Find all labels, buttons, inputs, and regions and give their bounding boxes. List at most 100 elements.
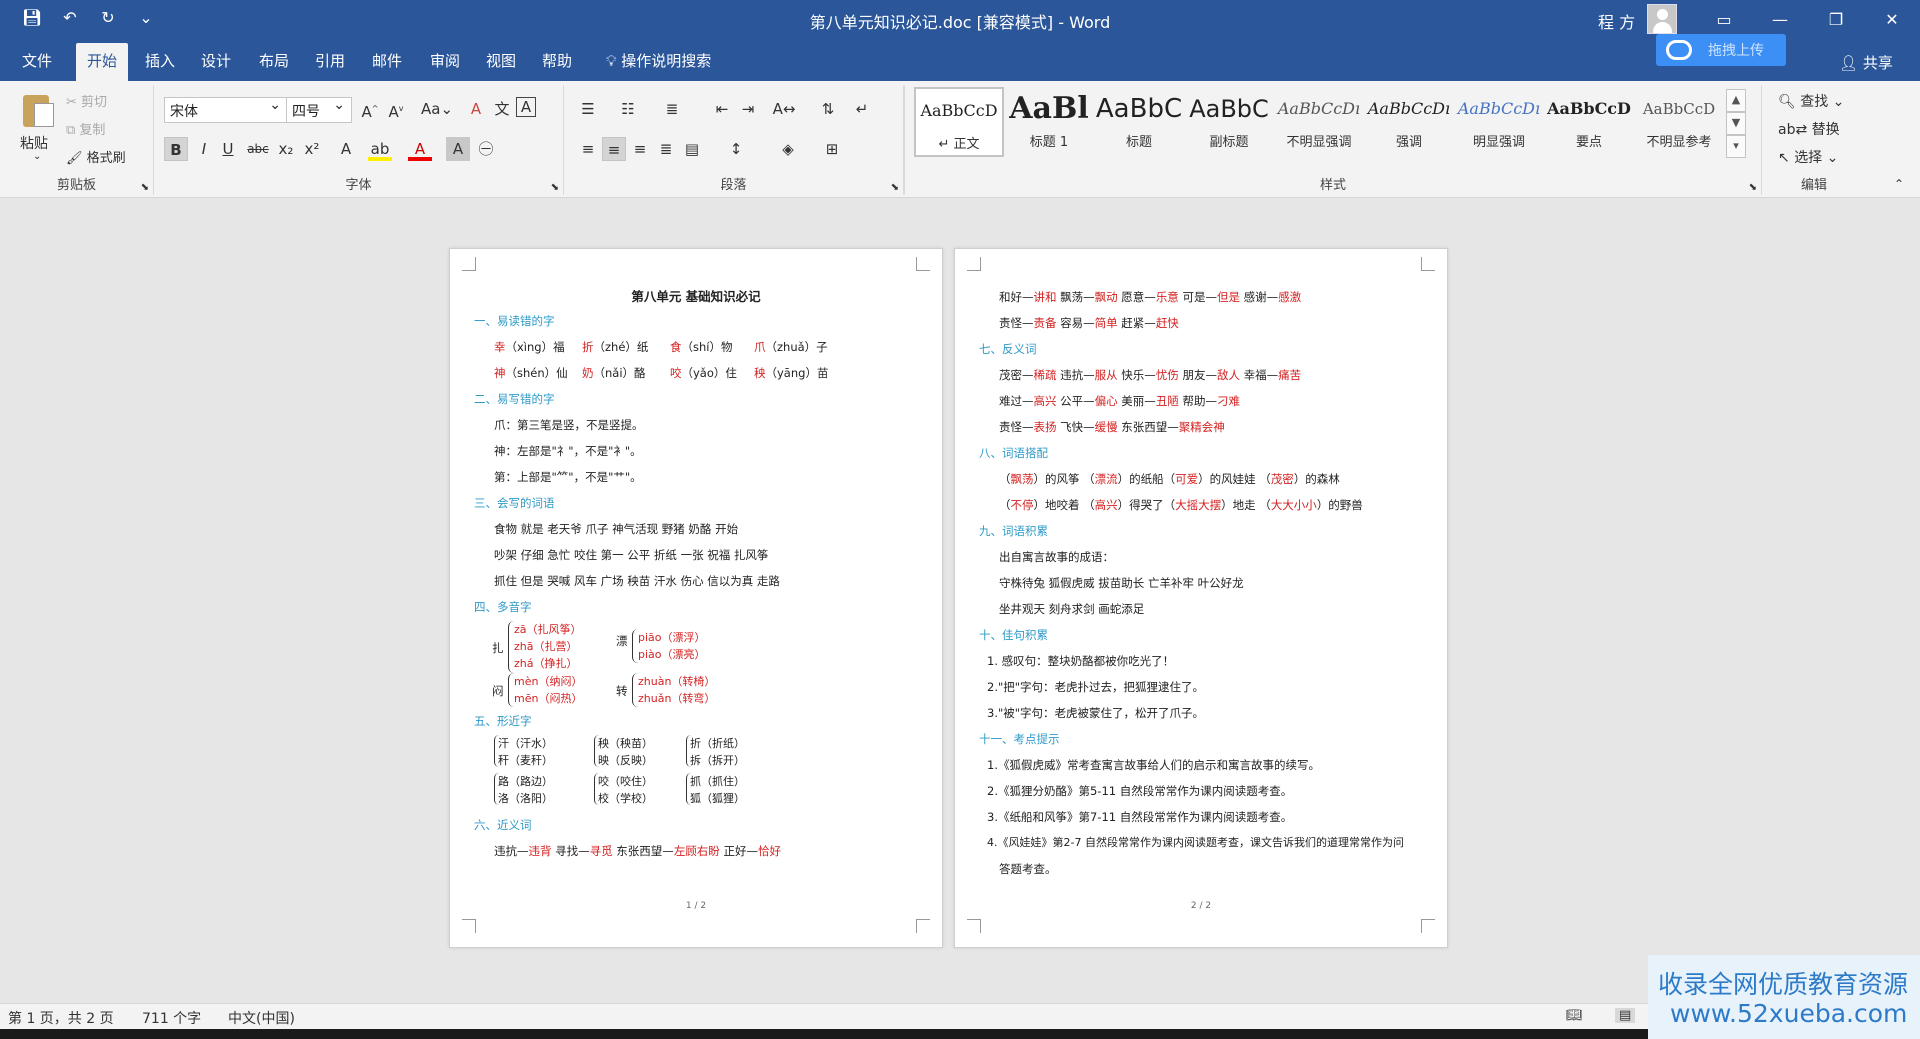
font-name-select[interactable]: 宋体 xyxy=(164,97,288,123)
align-center-icon[interactable]: ≡ xyxy=(602,137,626,161)
text-effects-icon[interactable]: A xyxy=(334,137,358,161)
superscript-icon[interactable]: x² xyxy=(300,137,324,161)
font-launcher-icon[interactable]: ⬊ xyxy=(551,182,559,193)
page-count-status[interactable]: 第 1 页，共 2 页 xyxy=(8,1008,114,1028)
document-canvas[interactable]: 第八单元 基础知识必记 一、易读错的字 幸（xìng）福 折（zhé）纸 食（shí… xyxy=(0,198,1920,1003)
distributed-icon[interactable]: ▤ xyxy=(680,137,704,161)
print-layout-icon[interactable]: ▤ xyxy=(1615,1008,1636,1023)
bold-icon[interactable]: B xyxy=(164,137,188,161)
cut-button[interactable]: ✂ 剪切 xyxy=(66,91,107,110)
document-title-text: 第八单元 基础知识必记 xyxy=(631,289,761,304)
section-heading: 四、多音字 xyxy=(474,600,532,614)
paragraph-launcher-icon[interactable]: ⬊ xyxy=(891,182,899,193)
text-line: 2."把"字句：老虎扑过去，把狐狸逮住了。 xyxy=(987,680,1205,694)
restore-button[interactable]: ❐ xyxy=(1808,0,1864,38)
tab-insert[interactable]: 插入 xyxy=(145,50,175,71)
increase-indent-icon[interactable]: ⇥ xyxy=(736,97,760,121)
text-line: 抓住 但是 哭喊 风车 广场 秧苗 汗水 伤心 信以为真 走路 xyxy=(494,574,780,588)
share-button[interactable]: 👤︎ 共享 xyxy=(1839,52,1893,73)
character-shading-icon[interactable]: A xyxy=(446,137,470,161)
section-heading: 五、形近字 xyxy=(474,714,532,728)
tab-review[interactable]: 审阅 xyxy=(430,50,460,71)
text-direction-icon[interactable]: A↔ xyxy=(772,97,796,121)
phonetic-guide-icon[interactable]: 文 xyxy=(490,97,514,121)
person-icon: 👤︎ xyxy=(1839,54,1859,72)
text-line: 食物 就是 老天爷 爪子 神气活现 野猪 奶酪 开始 xyxy=(494,522,739,536)
section-heading: 一、易读错的字 xyxy=(474,314,555,328)
copy-button[interactable]: ⧉ 复制 xyxy=(66,119,105,138)
subscript-icon[interactable]: x₂ xyxy=(274,137,298,161)
grow-font-icon[interactable]: A^ xyxy=(358,97,382,121)
close-button[interactable]: ✕ xyxy=(1864,0,1920,38)
decrease-indent-icon[interactable]: ⇤ xyxy=(710,97,734,121)
paste-dropdown-icon[interactable]: ⌄ xyxy=(33,151,41,162)
bullets-icon[interactable]: ☰ xyxy=(576,97,600,121)
word-count-status[interactable]: 711 个字 xyxy=(142,1008,201,1028)
numbering-icon[interactable]: ☷ xyxy=(616,97,640,121)
collocation-line: （飘荡）的风筝 （漂流）的纸船（可爱）的风娃娃 （茂密）的森林 xyxy=(999,472,1340,486)
section-heading: 三、会写的词语 xyxy=(474,496,555,510)
highlight-icon[interactable]: ab xyxy=(368,137,392,161)
line-spacing-icon[interactable]: ↕ xyxy=(724,137,748,161)
borders-icon[interactable]: ⊞ xyxy=(820,137,844,161)
baidu-upload-button[interactable]: 拖拽上传 xyxy=(1656,34,1786,66)
clipboard-launcher-icon[interactable]: ⬊ xyxy=(141,182,149,193)
tell-me-search[interactable]: 💡︎ 操作说明搜索 xyxy=(606,50,711,71)
ribbon-display-options-icon[interactable]: ▭ xyxy=(1696,0,1752,38)
polyphone-char: 扎 xyxy=(492,641,504,655)
tab-help[interactable]: 帮助 xyxy=(542,50,572,71)
polyphone-char: 转 xyxy=(616,684,628,698)
font-size-select[interactable]: 四号 xyxy=(286,97,352,123)
tab-home[interactable]: 开始 xyxy=(76,43,129,83)
text-line: 答题考查。 xyxy=(999,862,1057,876)
tab-mailings[interactable]: 邮件 xyxy=(372,50,402,71)
read-mode-icon[interactable]: 📖︎ xyxy=(1566,1008,1583,1023)
shrink-font-icon[interactable]: Av xyxy=(384,97,408,121)
page-2[interactable]: 和好—讲和 飘荡—飘动 愿意—乐意 可是—但是 感谢—感激 责怪—责备 容易—简… xyxy=(954,248,1448,948)
change-case-icon[interactable]: Aa⌄ xyxy=(420,97,454,121)
word-pairs: 茂密—稀疏 违抗—服从 快乐—忧伤 朋友—敌人 幸福—痛苦 xyxy=(999,368,1302,382)
shading-icon[interactable]: ◈ xyxy=(776,137,800,161)
avatar[interactable] xyxy=(1647,4,1677,34)
italic-icon[interactable]: I xyxy=(192,137,216,161)
tab-file[interactable]: 文件 xyxy=(22,50,52,71)
page-1[interactable]: 第八单元 基础知识必记 一、易读错的字 幸（xìng）福 折（zhé）纸 食（shí… xyxy=(449,248,943,948)
tab-layout[interactable]: 布局 xyxy=(259,50,289,71)
format-painter-button[interactable]: 🖌︎ 格式刷 xyxy=(66,147,126,166)
paste-button[interactable]: 粘贴 xyxy=(20,133,48,153)
section-heading: 六、近义词 xyxy=(474,818,532,832)
find-button[interactable]: 🔍︎ 查找 ⌄ xyxy=(1778,91,1844,111)
align-right-icon[interactable]: ≡ xyxy=(628,137,652,161)
tab-design[interactable]: 设计 xyxy=(201,50,231,71)
clear-formatting-icon[interactable]: A xyxy=(464,97,488,121)
character-border-icon[interactable]: A xyxy=(516,97,536,117)
polyphone-readings: zhuàn（转椅） zhuǎn（转弯） xyxy=(638,675,716,705)
section-heading: 七、反义词 xyxy=(979,342,1037,356)
watermark-line-2: www.52xueba.com xyxy=(1670,999,1908,1028)
underline-icon[interactable]: U xyxy=(216,137,240,161)
justify-icon[interactable]: ≣ xyxy=(654,137,678,161)
strikethrough-icon[interactable]: abc xyxy=(246,137,270,161)
select-button[interactable]: ↖ 选择 ⌄ xyxy=(1778,147,1838,167)
page-number: 2 / 2 xyxy=(1190,901,1212,911)
align-left-icon[interactable]: ≡ xyxy=(576,137,600,161)
collapse-ribbon-icon[interactable]: ⌃ xyxy=(1894,177,1904,191)
multilevel-list-icon[interactable]: ≣ xyxy=(660,97,684,121)
font-color-icon[interactable]: A xyxy=(408,137,432,161)
text-line: 神：左部是"礻"，不是"衤"。 xyxy=(494,444,642,458)
minimize-button[interactable]: — xyxy=(1752,0,1808,38)
styles-label: 样式 xyxy=(1319,178,1346,193)
user-name[interactable]: 程 方 xyxy=(1598,9,1635,33)
sort-icon[interactable]: ⇅ xyxy=(816,97,840,121)
enclose-characters-icon[interactable]: ㊀ xyxy=(474,137,498,161)
language-status[interactable]: 中文(中国) xyxy=(228,1008,295,1028)
paste-icon[interactable] xyxy=(20,91,56,129)
section-heading: 八、词语搭配 xyxy=(979,446,1048,460)
tab-references[interactable]: 引用 xyxy=(315,50,345,71)
collocation-line: （不停）地咬着 （高兴）得哭了（大摇大摆）地走 （大大小小）的野兽 xyxy=(999,498,1363,512)
styles-launcher-icon[interactable]: ⬊ xyxy=(1749,182,1757,193)
show-marks-icon[interactable]: ↵ xyxy=(850,97,874,121)
title-bar: 💾︎ ↶ ↻ ⌄ 第八单元知识必记.doc [兼容模式] - Word 程 方 … xyxy=(0,0,1920,38)
tab-view[interactable]: 视图 xyxy=(486,50,516,71)
replace-button[interactable]: ab⇄ 替换 xyxy=(1778,119,1840,139)
